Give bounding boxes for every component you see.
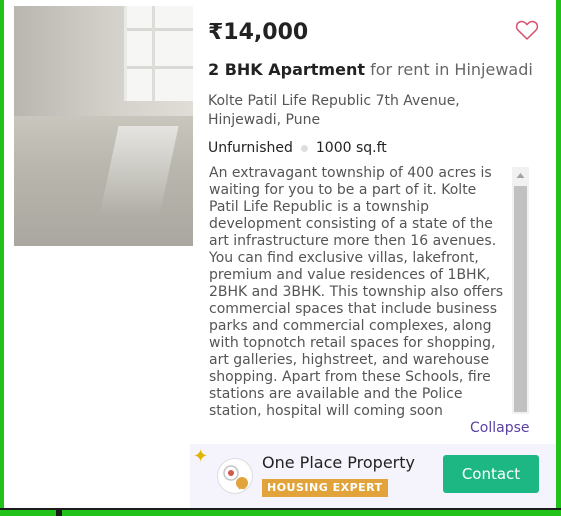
- separator-dot: [300, 144, 308, 152]
- listing-title-location: for rent in Hinjewadi: [365, 60, 533, 79]
- photo-window: [124, 6, 193, 101]
- sparkle-icon: ✦: [193, 446, 209, 467]
- property-photo[interactable]: [14, 6, 193, 246]
- listing-title[interactable]: 2 BHK Apartment for rent in Hinjewadi: [208, 60, 538, 79]
- expert-badge-icon: [217, 458, 253, 494]
- scroll-up-arrow-icon[interactable]: [512, 167, 529, 184]
- scrollbar-thumb[interactable]: [514, 186, 527, 412]
- description-scrollbar[interactable]: [512, 167, 529, 414]
- furnishing-status: Unfurnished: [208, 140, 293, 156]
- listing-type: 2 BHK Apartment: [208, 60, 365, 79]
- collapse-link[interactable]: Collapse: [470, 420, 530, 436]
- housing-expert-badge: HOUSING EXPERT: [262, 479, 388, 497]
- agent-name[interactable]: One Place Property: [262, 453, 415, 472]
- bottom-strip: [0, 508, 561, 516]
- listing-specs: Unfurnished 1000 sq.ft: [208, 140, 387, 156]
- contact-button[interactable]: Contact: [443, 455, 539, 493]
- listing-address: Kolte Patil Life Republic 7th Avenue, Hi…: [208, 93, 460, 128]
- carpet-area: 1000 sq.ft: [315, 140, 387, 156]
- listing-description[interactable]: An extravagant township of 400 acres is …: [209, 165, 507, 440]
- heart-outline-icon[interactable]: [515, 19, 539, 41]
- listing-price: ₹14,000: [208, 20, 309, 45]
